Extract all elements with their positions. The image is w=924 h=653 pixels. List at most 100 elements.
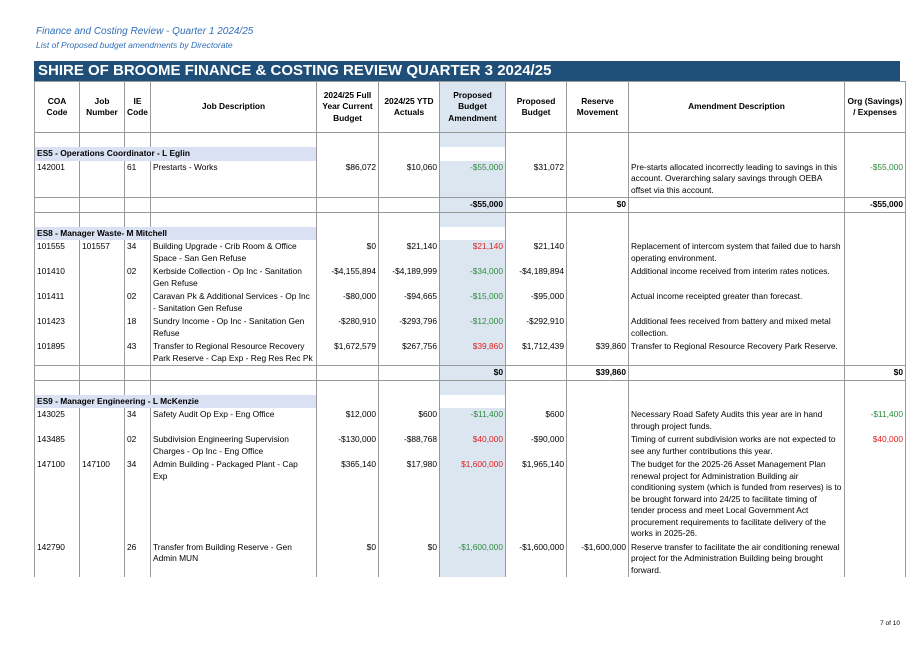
cell-budget: $1,672,579 — [316, 340, 379, 366]
empty-cell — [34, 132, 80, 147]
cell-amend: $39,860 — [439, 340, 506, 366]
cell-ytd: -$88,768 — [378, 433, 440, 458]
document-title: Finance and Costing Review - Quarter 1 2… — [36, 26, 254, 37]
spacer-row — [34, 132, 906, 147]
empty-cell — [316, 394, 379, 408]
cell-ie: 34 — [124, 408, 151, 433]
cell-budget: -$130,000 — [316, 433, 379, 458]
col-proposed-budget: Proposed Budget — [505, 81, 567, 133]
spacer-row — [34, 380, 906, 395]
cell-ytd: $267,756 — [378, 340, 440, 366]
cell-desc: Caravan Pk & Additional Services - Op In… — [150, 290, 317, 315]
cell-ie: 34 — [124, 458, 151, 541]
empty-cell — [34, 380, 80, 395]
cell-coa: 101423 — [34, 315, 80, 340]
empty-cell — [628, 132, 845, 147]
section-title: ES8 - Manager Waste- M Mitchell — [34, 226, 317, 240]
table-row: 143025 34 Safety Audit Op Exp - Eng Office… — [34, 408, 906, 433]
cell-coa: 143025 — [34, 408, 80, 433]
empty-cell — [378, 394, 440, 408]
cell-reserve — [566, 408, 629, 433]
cell-amend: -$11,400 — [439, 408, 506, 433]
cell-org — [844, 240, 906, 265]
empty-cell — [628, 380, 845, 395]
table-row: 101555 101557 34 Building Upgrade - Crib Ro… — [34, 240, 906, 265]
totals-row: -$55,000 $0 -$55,000 — [34, 197, 906, 213]
cell-ie: 18 — [124, 315, 151, 340]
empty-cell — [124, 380, 151, 395]
empty-cell — [566, 226, 629, 240]
cell-org — [844, 265, 906, 290]
cell-job — [79, 408, 125, 433]
empty-cell — [566, 380, 629, 395]
cell-ie: 43 — [124, 340, 151, 366]
empty-cell — [316, 212, 379, 227]
cell-amdesc: Timing of current subdivision works are … — [628, 433, 845, 458]
cell-amend: -$55,000 — [439, 160, 506, 198]
table-row: 101410 02 Kerbside Collection - Op Inc - S… — [34, 265, 906, 290]
col-ytd-actuals: 2024/25 YTD Actuals — [378, 81, 440, 133]
cell-amdesc: Transfer to Regional Resource Recovery P… — [628, 340, 845, 366]
cell-desc: Subdivision Engineering Supervision Char… — [150, 433, 317, 458]
cell-desc: Prestarts - Works — [150, 160, 317, 198]
empty-cell — [566, 212, 629, 227]
cell-amdesc: Reserve transfer to facilitate the air c… — [628, 540, 845, 577]
cell-coa: 101895 — [34, 340, 80, 366]
col-coa-code: COA Code — [34, 81, 80, 133]
cell-proposed: -$4,189,894 — [505, 265, 567, 290]
cell-coa: 101410 — [34, 265, 80, 290]
table-row: 147100 147100 34 Admin Building - Packaged … — [34, 458, 906, 541]
cell-budget: -$80,000 — [316, 290, 379, 315]
empty-cell — [34, 197, 80, 213]
cell-org — [844, 540, 906, 577]
col-org-savings: Org (Savings) / Expenses — [844, 81, 906, 133]
cell-coa: 101555 — [34, 240, 80, 265]
empty-cell — [34, 365, 80, 381]
cell-amdesc: Pre-starts allocated incorrectly leading… — [628, 160, 845, 198]
cell-reserve: $39,860 — [566, 340, 629, 366]
cell-budget: $365,140 — [316, 458, 379, 541]
totals-row: $0 $39,860 $0 — [34, 365, 906, 381]
table-row: 142790 26 Transfer from Building Reserve -… — [34, 540, 906, 577]
col-job-description: Job Description — [150, 81, 317, 133]
cell-ytd: -$293,796 — [378, 315, 440, 340]
empty-cell — [844, 132, 906, 147]
cell-ytd: $21,140 — [378, 240, 440, 265]
empty-cell — [628, 365, 845, 381]
report-banner: SHIRE OF BROOME FINANCE & COSTING REVIEW… — [34, 61, 900, 81]
cell-amdesc: Actual income receipted greater than for… — [628, 290, 845, 315]
empty-cell — [124, 132, 151, 147]
empty-cell — [150, 212, 317, 227]
empty-cell — [316, 147, 379, 161]
cell-reserve — [566, 290, 629, 315]
empty-cell — [316, 380, 379, 395]
cell-coa: 143485 — [34, 433, 80, 458]
cell-org — [844, 315, 906, 340]
empty-cell — [505, 212, 567, 227]
cell-ytd: $600 — [378, 408, 440, 433]
cell-ie: 02 — [124, 433, 151, 458]
spacer-row — [34, 212, 906, 227]
table-row: 101411 02 Caravan Pk & Additional Services… — [34, 290, 906, 315]
section-header: ES9 - Manager Engineering - L McKenzie — [34, 394, 906, 408]
table-row: 142001 61 Prestarts - Works $86,072 $10,060-… — [34, 160, 906, 198]
cell-amdesc: The budget for the 2025-26 Asset Managem… — [628, 458, 845, 541]
cell-coa: 142001 — [34, 160, 80, 198]
total-org: -$55,000 — [844, 197, 906, 213]
cell-coa: 142790 — [34, 540, 80, 577]
empty-cell — [505, 365, 567, 381]
total-reserve: $0 — [566, 197, 629, 213]
cell-job — [79, 265, 125, 290]
empty-cell — [378, 132, 440, 147]
document-subtitle: List of Proposed budget amendments by Di… — [36, 40, 233, 50]
cell-org — [844, 458, 906, 541]
cell-coa: 101411 — [34, 290, 80, 315]
cell-amend: -$15,000 — [439, 290, 506, 315]
cell-ie: 26 — [124, 540, 151, 577]
section-header: ES5 - Operations Coordinator - L Eglin — [34, 147, 906, 161]
cell-reserve — [566, 433, 629, 458]
empty-cell — [566, 147, 629, 161]
cell-proposed: $600 — [505, 408, 567, 433]
empty-cell — [505, 197, 567, 213]
cell-budget: -$280,910 — [316, 315, 379, 340]
